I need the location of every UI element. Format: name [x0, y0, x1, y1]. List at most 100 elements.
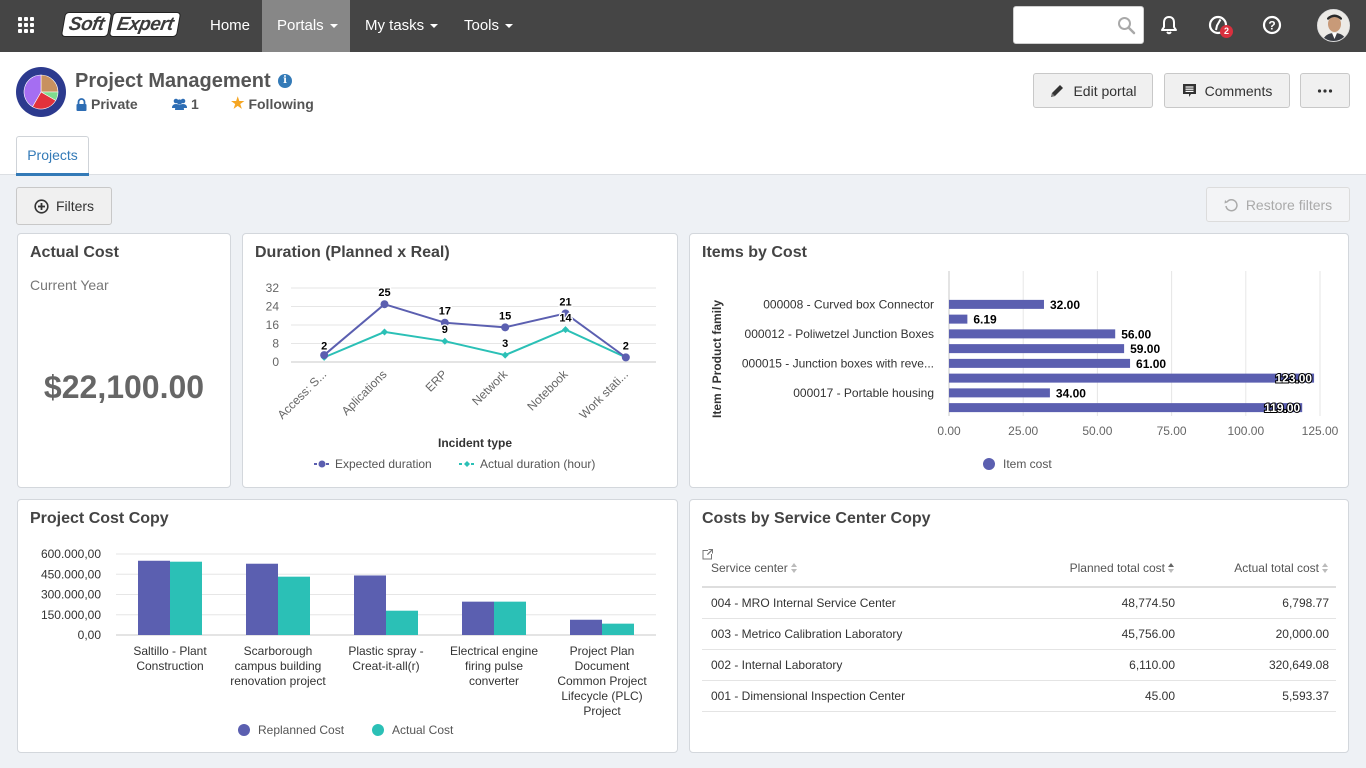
user-photo-icon — [1318, 10, 1349, 41]
y-tick-label: 0,00 — [78, 628, 102, 642]
legend-marker — [983, 458, 995, 470]
table-row[interactable]: 002 - Internal Laboratory 6,110.00 320,649… — [702, 549, 1336, 681]
bar[interactable] — [949, 314, 968, 324]
column-header-planned-total-cost[interactable]: Planned total cost — [1006, 549, 1184, 588]
x-tick-label-line: converter — [469, 674, 519, 688]
open-link-cell[interactable] — [702, 549, 1006, 650]
x-tick-label-line: Saltillo - Plant — [133, 644, 207, 658]
x-tick-label-line: Construction — [136, 659, 203, 673]
bar[interactable] — [949, 388, 1050, 398]
members-count[interactable]: 1 — [172, 96, 199, 112]
y-tick-label: 000012 - Poliwetzel Junction Boxes — [745, 327, 934, 341]
comments-button[interactable]: Comments — [1164, 73, 1290, 108]
open-link-cell[interactable] — [702, 549, 1006, 712]
external-link-icon[interactable] — [702, 549, 713, 560]
bar[interactable] — [386, 610, 418, 635]
softexpert-logo[interactable]: Soft Expert — [60, 12, 182, 38]
open-link-cell[interactable] — [702, 549, 1006, 681]
x-tick-label: Access: S... — [275, 367, 330, 422]
y-tick-label: 16 — [266, 318, 280, 332]
search-icon[interactable] — [1117, 16, 1136, 35]
data-label: 21 — [559, 296, 571, 308]
nav-home-label: Home — [210, 17, 251, 34]
nav-portals-label: Portals — [277, 17, 324, 34]
column-header-service-center[interactable]: Service center — [702, 549, 976, 588]
y-tick-label: 600.000,00 — [41, 547, 101, 561]
legend-item[interactable]: Actual Cost — [372, 723, 454, 737]
legend-item[interactable]: Actual duration (hour) — [459, 457, 595, 471]
bar[interactable] — [138, 560, 170, 635]
edit-portal-label: Edit portal — [1073, 82, 1137, 99]
edit-portal-button[interactable]: Edit portal — [1033, 73, 1153, 108]
legend-item[interactable]: Expected duration — [314, 457, 432, 471]
y-tick-label: 150.000,00 — [41, 608, 101, 622]
nav-my-tasks[interactable]: My tasks — [350, 0, 453, 52]
nav-portals[interactable]: Portals — [262, 0, 350, 52]
legend-label: Actual Cost — [392, 723, 454, 737]
bar[interactable] — [602, 623, 634, 635]
bar[interactable] — [570, 619, 602, 635]
data-point[interactable] — [501, 351, 509, 359]
data-point[interactable] — [380, 300, 389, 309]
apps-grid-icon[interactable] — [18, 17, 34, 33]
bar[interactable] — [354, 575, 386, 635]
bar[interactable] — [949, 329, 1116, 339]
service-center-cell: 002 - Internal Laboratory — [702, 649, 976, 681]
table-row[interactable]: 003 - Metrico Calibration Laboratory 45,7… — [702, 549, 1336, 650]
user-avatar[interactable] — [1317, 9, 1350, 42]
x-tick-label: Saltillo - Plant Construction — [133, 644, 207, 673]
bar[interactable] — [246, 563, 278, 635]
tab-projects[interactable]: Projects — [16, 136, 89, 176]
x-tick-label-line: campus building — [235, 659, 322, 673]
y-tick-label: 0 — [272, 355, 279, 369]
bar[interactable] — [949, 299, 1044, 309]
pencil-icon — [1051, 84, 1064, 97]
service-center-cell: 003 - Metrico Calibration Laboratory — [702, 618, 976, 650]
bell-icon[interactable] — [1158, 14, 1180, 36]
service-center-cell: 001 - Dimensional Inspection Center — [702, 680, 976, 712]
bar[interactable] — [949, 373, 1315, 383]
x-tick-label: Network — [469, 367, 511, 409]
table-row[interactable]: 001 - Dimensional Inspection Center 45.00… — [702, 549, 1336, 712]
bar[interactable] — [278, 576, 310, 635]
x-tick-label: Scarborough campus building renovation pro… — [230, 644, 326, 688]
bar[interactable] — [494, 601, 526, 635]
logo-part-expert: Expert — [108, 12, 182, 37]
pie-chart-portal-icon — [16, 67, 66, 117]
table-row[interactable]: 004 - MRO Internal Service Center 48,774.… — [702, 549, 1336, 619]
column-header-label: Planned total cost — [1069, 560, 1165, 575]
actual-total-cost-cell: 320,649.08 — [1184, 649, 1336, 681]
restore-filters-button[interactable]: Restore filters — [1206, 187, 1350, 222]
star-icon: ★ — [231, 95, 245, 112]
filters-button[interactable]: Filters — [16, 187, 112, 225]
legend-item[interactable]: Replanned Cost — [238, 723, 345, 737]
x-tick-label: ERP — [423, 367, 450, 394]
column-header-label: Service center — [711, 560, 788, 575]
sort-icon — [1322, 562, 1329, 574]
data-point[interactable] — [501, 323, 510, 332]
bar[interactable] — [949, 403, 1303, 413]
open-link-cell[interactable] — [702, 549, 1006, 619]
nav-home[interactable]: Home — [195, 0, 265, 52]
nav-tools[interactable]: Tools — [449, 0, 528, 52]
column-header-actual-total-cost[interactable]: Actual total cost — [1184, 549, 1336, 588]
y-tick-label: 8 — [272, 337, 279, 351]
search-input[interactable] — [1020, 13, 1116, 37]
legend-item[interactable]: Item cost — [983, 457, 1052, 471]
bar[interactable] — [949, 358, 1131, 368]
help-icon[interactable]: ? — [1261, 14, 1283, 36]
follow-status[interactable]: ★ Following — [231, 95, 314, 113]
info-icon[interactable]: i — [278, 74, 292, 88]
bar[interactable] — [949, 344, 1125, 354]
bar[interactable] — [170, 561, 202, 635]
bar[interactable] — [462, 601, 494, 635]
more-options-button[interactable] — [1300, 73, 1350, 108]
privacy-label: Private — [91, 96, 138, 112]
data-point[interactable] — [621, 353, 630, 362]
data-point[interactable] — [381, 328, 388, 336]
legend-label: Actual duration (hour) — [480, 457, 595, 471]
data-label: 15 — [499, 310, 511, 322]
data-point[interactable] — [562, 326, 569, 334]
plus-circle-icon — [34, 198, 49, 214]
project-cost-column-chart: 0,00 150.000,00 300.000,00 450.000,00 600.00… — [41, 547, 656, 737]
